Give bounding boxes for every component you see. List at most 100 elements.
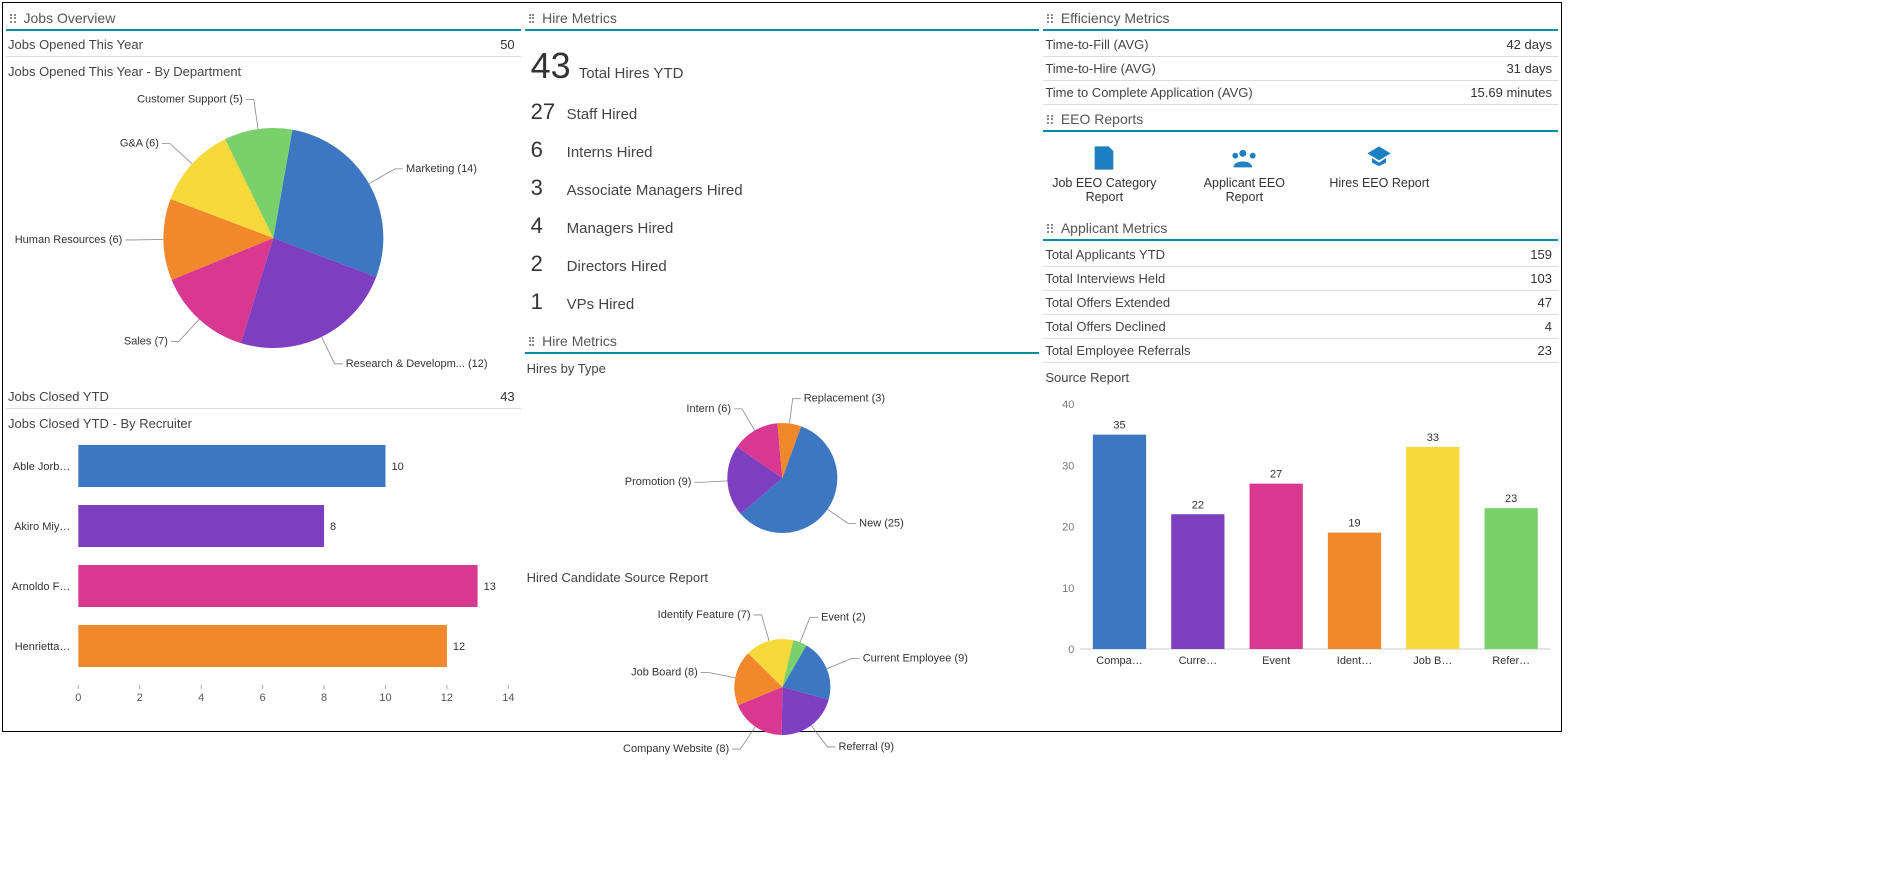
dashboard: Jobs Overview Jobs Opened This Year 50 J… (2, 2, 1562, 732)
hires-by-type-chart[interactable]: New (25)Promotion (9)Intern (6)Replaceme… (525, 383, 1040, 563)
hire-line-number: 3 (531, 175, 559, 201)
applicant-row: Total Employee Referrals23 (1043, 339, 1558, 363)
metric-label: Total Employee Referrals (1045, 343, 1190, 358)
eeo-report-link[interactable]: Hires EEO Report (1329, 144, 1429, 204)
pie-label: Identify Feature (7) (657, 609, 750, 621)
hire-line-label: Managers Hired (567, 220, 674, 237)
bar-value: 10 (391, 461, 403, 473)
drag-handle-icon[interactable] (527, 337, 537, 346)
hire-metrics-2-header[interactable]: Hire Metrics (525, 329, 1040, 354)
bar[interactable] (1328, 533, 1381, 649)
bar-value: 35 (1114, 420, 1126, 432)
hire-line-number: 27 (531, 99, 559, 125)
axis-tick: 30 (1062, 460, 1074, 472)
jobs-opened-row: Jobs Opened This Year 50 (6, 33, 521, 57)
bar-category: Job B… (1414, 655, 1453, 667)
bar[interactable] (1172, 514, 1225, 649)
report-icon (1090, 144, 1118, 172)
hire-line-number: 1 (531, 289, 559, 315)
eeo-link-label: Hires EEO Report (1329, 176, 1429, 190)
total-hires-row: 43 Total Hires YTD (529, 39, 1036, 93)
efficiency-row: Time-to-Hire (AVG)31 days (1043, 57, 1558, 81)
drag-handle-icon[interactable] (1045, 115, 1055, 124)
bar-value: 19 (1349, 518, 1361, 530)
axis-tick: 14 (502, 692, 514, 704)
axis-tick: 12 (441, 692, 453, 704)
axis-tick: 4 (198, 692, 204, 704)
hire-line-label: Directors Hired (567, 258, 667, 275)
bar[interactable] (78, 625, 447, 667)
bar-category: Refer… (1493, 655, 1531, 667)
bar[interactable] (78, 445, 385, 487)
applicant-source-chart[interactable]: 01020304035Compa…22Curre…27Event19Ident…… (1043, 389, 1558, 679)
column-3: Efficiency Metrics Time-to-Fill (AVG)42 … (1043, 6, 1558, 772)
hire-line: 3 Associate Managers Hired (529, 169, 1036, 207)
bar[interactable] (1485, 508, 1538, 649)
pie-label: Current Employee (9) (862, 653, 967, 665)
drag-handle-icon[interactable] (527, 14, 537, 23)
metric-value: 4 (1545, 319, 1552, 334)
eeo-header[interactable]: EEO Reports (1043, 107, 1558, 132)
jobs-closed-label: Jobs Closed YTD (8, 389, 109, 404)
report-icon (1365, 144, 1393, 172)
jobs-overview-header[interactable]: Jobs Overview (6, 6, 521, 31)
axis-tick: 8 (321, 692, 327, 704)
bar[interactable] (1250, 484, 1303, 649)
metric-value: 47 (1538, 295, 1552, 310)
bar[interactable] (1093, 435, 1146, 649)
drag-handle-icon[interactable] (1045, 14, 1055, 23)
hire-line-label: Associate Managers Hired (567, 182, 743, 199)
hire-line-label: Staff Hired (567, 106, 638, 123)
efficiency-title: Efficiency Metrics (1061, 10, 1170, 26)
bar-value: 27 (1270, 469, 1282, 481)
bar[interactable] (78, 505, 324, 547)
eeo-report-link[interactable]: Applicant EEO Report (1189, 144, 1299, 204)
applicant-row: Total Offers Declined4 (1043, 315, 1558, 339)
axis-tick: 2 (137, 692, 143, 704)
pie-label: Sales (7) (124, 335, 168, 347)
hire-metrics-2-title: Hire Metrics (542, 333, 617, 349)
hire-line-label: VPs Hired (567, 296, 635, 313)
axis-tick: 0 (75, 692, 81, 704)
bar-value: 12 (453, 641, 465, 653)
column-2: Hire Metrics 43 Total Hires YTD 27Staff … (525, 6, 1040, 772)
bar-value: 23 (1505, 493, 1517, 505)
metric-value: 15.69 minutes (1470, 85, 1552, 100)
pie-label: Intern (6) (686, 403, 731, 415)
jobs-opened-value: 50 (500, 37, 514, 52)
jobs-by-dept-pie-chart[interactable]: Marketing (14)Research & Developm... (12… (6, 83, 521, 383)
bar[interactable] (78, 565, 477, 607)
eeo-links-row: Job EEO Category Report Applicant EEO Rep… (1043, 134, 1558, 214)
efficiency-row: Time-to-Fill (AVG)42 days (1043, 33, 1558, 57)
hire-line-number: 4 (531, 213, 559, 239)
efficiency-header[interactable]: Efficiency Metrics (1043, 6, 1558, 31)
jobs-opened-by-dept-label: Jobs Opened This Year - By Department (6, 59, 521, 81)
hire-line: 2Directors Hired (529, 245, 1036, 283)
bar-category: Curre… (1179, 655, 1218, 667)
drag-handle-icon[interactable] (8, 14, 18, 23)
bar-value: 13 (484, 581, 496, 593)
applicant-metrics-title: Applicant Metrics (1061, 220, 1168, 236)
hire-metrics-header[interactable]: Hire Metrics (525, 6, 1040, 31)
bar-value: 33 (1427, 432, 1439, 444)
pie-label: G&A (6) (120, 138, 159, 150)
jobs-opened-label: Jobs Opened This Year (8, 37, 143, 52)
total-hires-label: Total Hires YTD (579, 65, 684, 82)
jobs-closed-by-recruiter-chart[interactable]: 02468101214Able Jorb…10Akiro Miy…8Arnold… (6, 435, 521, 715)
bar-value: 22 (1192, 499, 1204, 511)
bar[interactable] (1407, 447, 1460, 649)
source-report-label: Source Report (1043, 365, 1558, 387)
applicant-metrics-header[interactable]: Applicant Metrics (1043, 216, 1558, 241)
bar-value: 8 (330, 521, 336, 533)
hired-source-chart[interactable]: Current Employee (9)Referral (9)Company … (525, 592, 1040, 772)
eeo-report-link[interactable]: Job EEO Category Report (1049, 144, 1159, 204)
eeo-title: EEO Reports (1061, 111, 1143, 127)
drag-handle-icon[interactable] (1045, 224, 1055, 233)
jobs-closed-by-recruiter-label: Jobs Closed YTD - By Recruiter (6, 411, 521, 433)
pie-label: Marketing (14) (406, 163, 477, 175)
bar-category: Event (1262, 655, 1290, 667)
hire-metrics-title: Hire Metrics (542, 10, 617, 26)
bar-category: Akiro Miy… (14, 521, 70, 533)
applicant-row: Total Applicants YTD159 (1043, 243, 1558, 267)
axis-tick: 10 (1062, 583, 1074, 595)
